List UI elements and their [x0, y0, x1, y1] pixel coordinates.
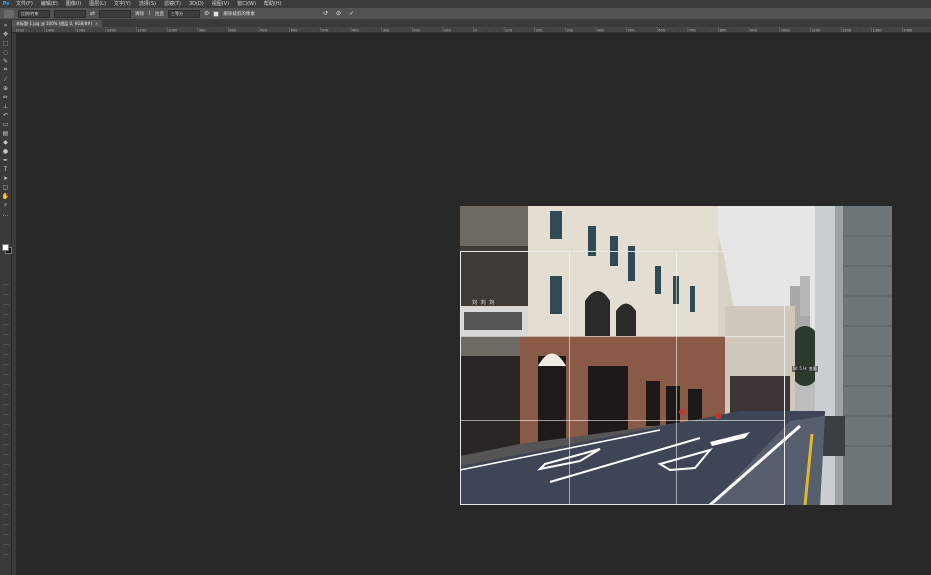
pen-tool-icon[interactable]: ✒ [2, 156, 10, 164]
document-tab[interactable]: 未标题-1.jpg @ 100% (图层 0, RGB/8#) × [12, 20, 103, 27]
ruler-tick-label: 900 [199, 29, 206, 33]
street-photo [460, 206, 892, 505]
crop-tool-preset-icon[interactable] [4, 9, 14, 18]
type-tool-icon[interactable]: T [2, 165, 10, 173]
ruler-tick-label: 1200 [842, 29, 851, 33]
menu-select[interactable]: 选择(S) [135, 0, 160, 8]
overlay-select[interactable]: 三等分 [167, 9, 200, 18]
dodge-tool-icon[interactable]: ● [2, 147, 10, 155]
document-tab-label: 未标题-1.jpg @ 100% (图层 0, RGB/8#) [16, 20, 93, 26]
canvas-image[interactable] [460, 206, 892, 505]
gradient-tool-icon[interactable]: ▤ [2, 129, 10, 137]
ruler-tick-label: 800 [229, 29, 236, 33]
ruler-tick-label: 400 [597, 29, 604, 33]
ruler-tick-label: 200 [413, 29, 420, 33]
photoshop-logo: Ps [2, 1, 10, 7]
lasso-tool-icon[interactable]: ◌ [2, 48, 10, 56]
ruler-tick-label: 1000 [168, 29, 177, 33]
history-brush-tool-icon[interactable]: ↶ [2, 111, 10, 119]
path-select-tool-icon[interactable]: ➤ [2, 174, 10, 182]
hand-tool-icon[interactable]: ✋ [2, 192, 10, 200]
swap-icon[interactable]: ⇄ [90, 10, 95, 17]
menu-3d[interactable]: 3D(D) [185, 0, 208, 8]
crop-actions: ↺ ⊘ ✓ [323, 10, 354, 17]
brush-tool-icon[interactable]: ✏ [2, 93, 10, 101]
menu-window[interactable]: 窗口(W) [233, 0, 260, 8]
menu-edit[interactable]: 编辑(E) [37, 0, 62, 8]
shop-sign-text: 刘 刘 刘 [472, 300, 496, 306]
stamp-tool-icon[interactable]: ⊥ [2, 102, 10, 110]
menu-filter[interactable]: 滤镜(T) [160, 0, 185, 8]
ruler-tick-label: 100 [505, 29, 512, 33]
ruler-tick-label: 700 [689, 29, 696, 33]
ruler-tick-label: 300 [566, 29, 573, 33]
more-tools-icon[interactable]: … [2, 210, 10, 218]
height-field[interactable] [99, 9, 132, 18]
overlay-select-label: 三等分 [170, 10, 183, 16]
marquee-tool-icon[interactable]: ⬚ [2, 39, 10, 47]
commit-icon[interactable]: ✓ [349, 10, 354, 17]
gear-icon[interactable]: ⚙ [204, 10, 209, 17]
delete-pixels-checkbox[interactable] [213, 10, 220, 17]
options-bar: 比例/约束 ⇄ 清除 ⌇ 拉直 三等分 ⚙ 删除裁剪的像素 ↺ ⊘ ✓ [0, 8, 931, 20]
close-icon[interactable]: × [95, 21, 98, 26]
ruler-tick-label: 800 [720, 29, 727, 33]
blur-tool-icon[interactable]: ◆ [2, 138, 10, 146]
ruler-tick-label: 500 [628, 29, 635, 33]
menu-bar: Ps 文件(F) 编辑(E) 图像(I) 图层(L) 文字(Y) 选择(S) 滤… [0, 0, 931, 8]
vertical-ruler [12, 33, 16, 575]
eraser-tool-icon[interactable]: ▭ [2, 120, 10, 128]
ruler-tick-label: 1300 [873, 29, 882, 33]
zoom-tool-icon[interactable]: ⌕ [2, 201, 10, 209]
delete-pixels-label: 删除裁剪的像素 [223, 11, 255, 17]
document-tab-bar: 未标题-1.jpg @ 100% (图层 0, RGB/8#) × [12, 20, 931, 27]
cancel-icon[interactable]: ⊘ [336, 10, 341, 17]
ruler-tick-label: 900 [750, 29, 757, 33]
ratio-select[interactable]: 比例/约束 [18, 9, 50, 18]
ratio-select-label: 比例/约束 [21, 10, 39, 16]
ruler-tick-label: 1400 [46, 29, 55, 33]
ruler-tick-label: 200 [536, 29, 543, 33]
straighten-label[interactable]: 拉直 [155, 11, 164, 17]
ruler-tick-label: 100 [444, 29, 451, 33]
ruler-tick-label: 1100 [811, 29, 820, 33]
menu-type[interactable]: 文字(Y) [110, 0, 135, 8]
straighten-icon[interactable]: ⌇ [148, 10, 151, 17]
eyedropper-tool-icon[interactable]: ⁄ [2, 75, 10, 83]
ruler-tick-label: 0 [475, 29, 477, 33]
ruler-tick-label: 1400 [903, 29, 912, 33]
ruler-ticks: 1500 1400 1300 1200 1100 1000 900 800 700 600 500 4… [13, 27, 926, 33]
ruler-tick-label: 600 [291, 29, 298, 33]
ruler-tick-label: 1100 [138, 29, 147, 33]
reset-icon[interactable]: ↺ [323, 10, 328, 17]
clear-button[interactable]: 清除 [135, 11, 144, 17]
crop-tool-icon[interactable]: ⌗ [2, 66, 10, 74]
ruler-tick-label: 600 [658, 29, 665, 33]
menu-image[interactable]: 图像(I) [62, 0, 85, 8]
toolbox: » ✥ ⬚ ◌ ✎ ⌗ ⁄ ⊕ ✏ ⊥ ↶ ▭ ▤ ◆ ● ✒ T ➤ ▢ ✋ … [0, 20, 12, 575]
ruler-tick-label: 700 [260, 29, 267, 33]
ruler-tick-label: 1000 [781, 29, 790, 33]
healing-tool-icon[interactable]: ⊕ [2, 84, 10, 92]
crop-size-readout: W: 5 H: 变量 [792, 366, 818, 372]
ruler-tick-label: 1500 [15, 29, 24, 33]
collapse-icon[interactable]: » [2, 21, 10, 29]
menu-file[interactable]: 文件(F) [12, 0, 37, 8]
menu-help[interactable]: 帮助(H) [260, 0, 286, 8]
horizontal-ruler: 1500 1400 1300 1200 1100 1000 900 800 700 600 500 4… [12, 27, 931, 33]
ruler-tick-label: 400 [352, 29, 359, 33]
ruler-tick-label: 300 [383, 29, 390, 33]
shape-tool-icon[interactable]: ▢ [2, 183, 10, 191]
width-field[interactable] [54, 9, 86, 18]
ruler-tick-label: 1200 [107, 29, 116, 33]
toolbox-strip [0, 275, 12, 575]
quick-select-tool-icon[interactable]: ✎ [2, 57, 10, 65]
ruler-tick-label: 1300 [76, 29, 85, 33]
menu-layer[interactable]: 图层(L) [85, 0, 110, 8]
ruler-tick-label: 500 [321, 29, 328, 33]
foreground-color-swatch[interactable] [2, 244, 9, 251]
menu-view[interactable]: 视图(V) [208, 0, 233, 8]
move-tool-icon[interactable]: ✥ [2, 30, 10, 38]
